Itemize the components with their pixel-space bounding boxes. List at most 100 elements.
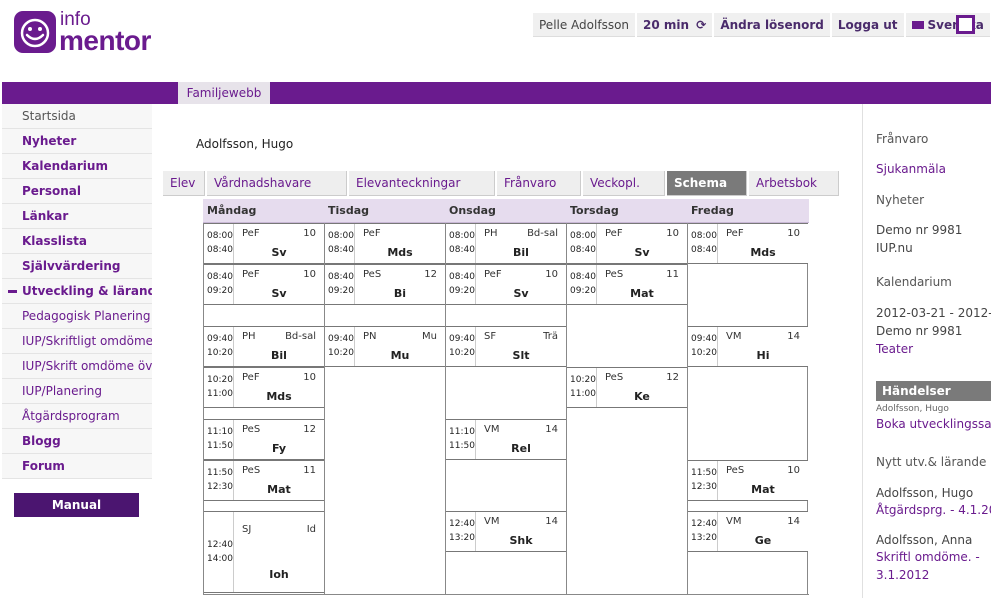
lesson-teacher: PeS <box>605 269 624 280</box>
lesson-cell[interactable]: 08:40 09:20 PeS 11 Mat <box>567 264 687 305</box>
tab-veckopl[interactable]: Veckopl. <box>583 171 665 196</box>
tab-familjewebb[interactable]: Familjewebb <box>178 82 270 104</box>
lesson-cell[interactable]: 12:40 13:20 VM 14 Shk <box>446 511 566 552</box>
lesson-cell[interactable]: 11:10 11:50 VM 14 Rel <box>446 419 566 460</box>
sidebar-item-klasslista[interactable]: Klasslista <box>2 229 152 254</box>
student-name: Adolfsson, Hugo <box>196 137 294 151</box>
lesson-room: Trä <box>543 331 558 342</box>
sidebar-item-nyheter[interactable]: Nyheter <box>2 129 152 154</box>
lesson-room: 12 <box>424 269 437 280</box>
sidebar-item-personal[interactable]: Personal <box>2 179 152 204</box>
tab-schema[interactable]: Schema <box>667 171 747 196</box>
lesson-cell[interactable]: 09:40 10:20 PH Bd-sal Bil <box>204 326 324 367</box>
lesson-cell[interactable]: 09:40 10:20 PN Mu Mu <box>325 326 445 367</box>
sidebar-item-kalendarium[interactable]: Kalendarium <box>2 154 152 179</box>
sidebar-item-utveckling[interactable]: Utveckling & lärande <box>2 279 152 304</box>
sidebar-item-lankar[interactable]: Länkar <box>2 204 152 229</box>
lesson-start: 12:40 <box>207 540 233 550</box>
lesson-cell[interactable]: 11:50 12:30 PeS 10 Mat <box>688 460 808 501</box>
logout-link[interactable]: Logga ut <box>831 13 904 37</box>
lesson-room: 14 <box>787 331 800 342</box>
lesson-teacher: SF <box>484 331 497 342</box>
lesson-start: 11:50 <box>691 468 717 478</box>
day-header: Torsdag <box>566 199 687 223</box>
lesson-cell[interactable]: 08:00 08:40 PH Bd-sal Bil <box>446 223 566 264</box>
lesson-time: 10:20 11:00 <box>567 368 597 407</box>
flag-icon <box>911 21 924 29</box>
lesson-teacher: PeS <box>726 465 745 476</box>
lesson-cell[interactable]: 08:00 08:40 PeF 10 Sv <box>567 223 687 264</box>
lesson-time: 12:40 14:00 <box>204 512 234 592</box>
lesson-cell[interactable]: 10:20 11:00 PeF 10 Mds <box>204 367 324 408</box>
language-selector[interactable]: Svenska <box>905 13 990 37</box>
lesson-cell[interactable]: 08:00 08:40 PeF 10 Sv <box>204 223 324 264</box>
lesson-cell[interactable]: 08:00 08:40 PeF Mds <box>325 223 445 264</box>
day-header: Onsdag <box>445 199 566 223</box>
manual-button[interactable]: Manual <box>14 493 139 517</box>
events-person: Adolfsson, Hugo <box>876 404 949 414</box>
change-password-link[interactable]: Ändra lösenord <box>714 13 830 37</box>
lesson-start: 09:40 <box>449 334 475 344</box>
lesson-cell[interactable]: 10:20 11:00 PeS 12 Ke <box>567 367 687 408</box>
sidebar-item-iup-planering[interactable]: IUP/Planering <box>2 379 152 404</box>
lesson-end: 09:20 <box>570 286 596 296</box>
lesson-start: 10:20 <box>570 375 596 385</box>
lesson-cell[interactable]: 08:40 09:20 PeF 10 Sv <box>446 264 566 305</box>
sidebar-item-forum[interactable]: Forum <box>2 454 152 479</box>
lesson-end: 11:00 <box>207 389 233 399</box>
lesson-room: 12 <box>666 372 679 383</box>
lesson-cell[interactable]: 08:40 09:20 PeF 10 Sv <box>204 264 324 305</box>
infomentor-logo[interactable]: info mentor <box>14 9 164 55</box>
sidebar-item-pedagogisk-planering[interactable]: Pedagogisk Planering <box>2 304 152 329</box>
lesson-cell[interactable]: 11:10 11:50 PeS 12 Fy <box>204 419 324 460</box>
tab-elevanteckningar[interactable]: Elevanteckningar <box>349 171 495 196</box>
lesson-cell[interactable]: 12:40 14:00 SJ Id Ioh <box>204 511 324 593</box>
news-item: Demo nr 9981 <box>876 223 963 237</box>
sidebar-item-iup-skriftligt[interactable]: IUP/Skriftligt omdöme <box>2 329 152 354</box>
sick-report-link[interactable]: Sjukanmäla <box>876 162 946 176</box>
lesson-start: 09:40 <box>691 334 717 344</box>
lesson-cell[interactable]: 12:40 13:20 VM 14 Ge <box>688 511 808 552</box>
sidebar-item-startsida[interactable]: Startsida <box>2 104 152 129</box>
lesson-start: 08:40 <box>328 272 354 282</box>
lesson-subject: Fy <box>271 442 287 455</box>
events-link[interactable]: Boka utvecklingssam <box>876 417 991 431</box>
session-timer[interactable]: 20 min ⟳ <box>637 13 713 37</box>
square-menu-button[interactable] <box>956 15 975 34</box>
lesson-cell[interactable]: 08:00 08:40 PeF 10 Mds <box>688 223 808 264</box>
lesson-time: 09:40 10:20 <box>688 327 718 366</box>
student-tabs: Elev Vårdnadshavare Elevanteckningar Frå… <box>163 171 841 196</box>
sidebar-item-iup-skrift-ovr[interactable]: IUP/Skrift omdöme övr <box>2 354 152 379</box>
dev2-person: Adolfsson, Anna <box>876 533 973 547</box>
lesson-teacher: VM <box>726 516 742 527</box>
sidebar-item-sjalvvardering[interactable]: Självvärdering <box>2 254 152 279</box>
sidebar-item-atgardsprogram[interactable]: Åtgärdsprogram <box>2 404 152 429</box>
sidebar-item-blogg[interactable]: Blogg <box>2 429 152 454</box>
lesson-subject: Rel <box>511 442 531 455</box>
lesson-cell[interactable]: 09:40 10:20 VM 14 Hi <box>688 326 808 367</box>
dev2-link-line1[interactable]: Skriftl omdöme. - <box>876 550 980 564</box>
dev1-link[interactable]: Åtgärdsprg. - 4.1.2012 <box>876 503 991 517</box>
calendar-link[interactable]: Teater <box>876 342 913 356</box>
lesson-subject: Bil <box>271 349 287 362</box>
lesson-teacher: VM <box>484 516 500 527</box>
refresh-icon[interactable]: ⟳ <box>696 18 706 32</box>
lesson-cell[interactable]: 08:40 09:20 PeS 12 Bi <box>325 264 445 305</box>
lesson-teacher: PeS <box>605 372 624 383</box>
lesson-end: 09:20 <box>328 286 354 296</box>
tab-vardnadshavare[interactable]: Vårdnadshavare <box>207 171 347 196</box>
lesson-room: 11 <box>303 465 316 476</box>
tab-elev[interactable]: Elev <box>163 171 205 196</box>
tab-arbetsbok[interactable]: Arbetsbok <box>749 171 839 196</box>
lesson-teacher: PeF <box>242 269 260 280</box>
dev2-link-line2[interactable]: 3.1.2012 <box>876 568 929 582</box>
lesson-subject: Bil <box>513 246 529 259</box>
calendar-item: Demo nr 9981 <box>876 324 963 338</box>
lesson-cell[interactable]: 09:40 10:20 SF Trä Slt <box>446 326 566 367</box>
lesson-time: 11:10 11:50 <box>446 420 476 459</box>
lesson-cell[interactable]: 11:50 12:30 PeS 11 Mat <box>204 460 324 501</box>
lesson-subject: Sv <box>513 287 529 300</box>
tab-franvaro[interactable]: Frånvaro <box>497 171 581 196</box>
lesson-room: 14 <box>787 516 800 527</box>
lesson-time: 12:40 13:20 <box>688 512 718 551</box>
